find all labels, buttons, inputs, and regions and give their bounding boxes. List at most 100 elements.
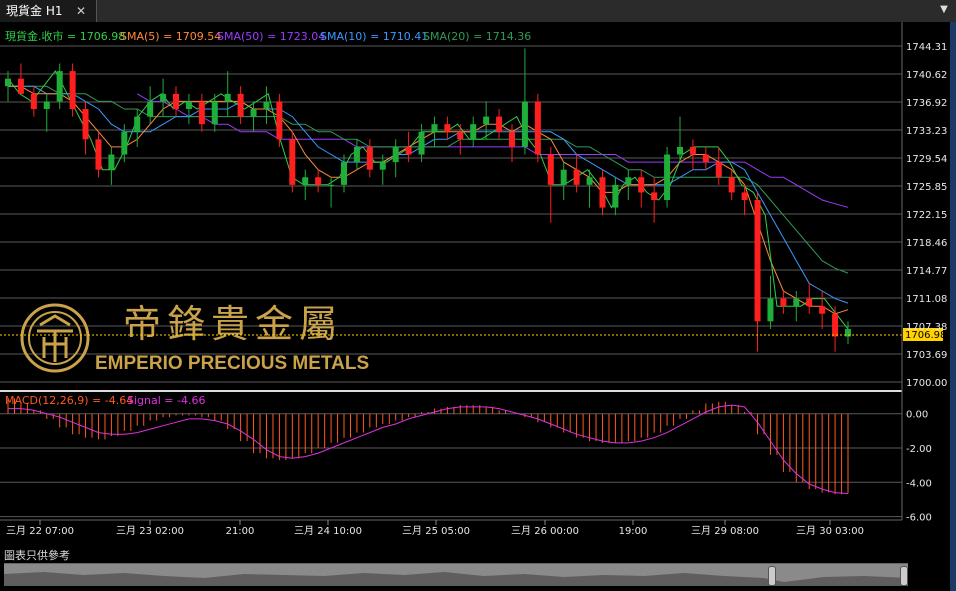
legend-signal: Signal = -4.66: [127, 394, 205, 407]
footer: 圖表只供參考: [0, 545, 956, 591]
candle-body: [276, 101, 283, 140]
price-tick-label: 1740.62: [906, 70, 947, 81]
candle-body: [224, 93, 231, 102]
time-tick-label: 三月 22 07:00: [6, 525, 74, 537]
disclaimer-text: 圖表只供參考: [4, 549, 70, 562]
candle-body: [366, 146, 373, 170]
candle-body: [767, 298, 774, 322]
candle-body: [741, 192, 748, 201]
time-tick-label: 19:00: [619, 526, 648, 537]
candle-body: [638, 177, 645, 193]
candle-body: [483, 116, 490, 125]
price-chart[interactable]: 帝鋒貴金屬 EMPERIO PRECIOUS METALS 1706.98 17…: [0, 22, 950, 545]
candle-body: [470, 124, 477, 140]
candle-body: [315, 177, 322, 185]
candle-body: [405, 146, 412, 155]
candle-body: [173, 93, 179, 110]
candle-body: [521, 101, 528, 147]
price-tick-label: 1722.15: [906, 210, 947, 221]
candle-body: [392, 146, 399, 163]
window-frame: [950, 22, 956, 591]
legend-sma20: SMA(20) = 1714.36: [423, 30, 531, 43]
candle-body: [625, 177, 632, 185]
candle-body: [728, 177, 735, 193]
candle-body: [715, 162, 722, 178]
candle-body: [832, 313, 839, 337]
price-tick-label: 1736.92: [906, 98, 947, 109]
candle-body: [5, 78, 11, 87]
candle-body: [457, 131, 464, 140]
close-icon[interactable]: ✕: [76, 0, 86, 22]
candle-body: [431, 124, 438, 132]
legend-sma10: SMA(10) = 1710.41: [320, 30, 428, 43]
watermark-chinese: 帝鋒貴金屬: [123, 302, 343, 346]
candle-body: [573, 169, 580, 185]
legend-sma50: SMA(50) = 1723.04: [217, 30, 325, 43]
candle-body: [30, 93, 37, 110]
candle-body: [599, 177, 606, 208]
macd-tick-label: 0.00: [906, 410, 928, 421]
chart-navigator-scrollbar[interactable]: [4, 563, 908, 586]
tab-menu-chevron-down-icon[interactable]: ▼: [938, 2, 950, 18]
macd-tick-label: -2.00: [906, 444, 932, 455]
tab-label: 現貨金 H1: [6, 4, 63, 18]
candle-body: [289, 139, 296, 185]
candle-body: [185, 101, 192, 110]
legend-sma5: SMA(5) = 1709.54: [120, 30, 221, 43]
candle-body: [547, 154, 554, 185]
candle-body: [379, 162, 386, 170]
candle-body: [108, 154, 115, 170]
price-tick-label: 1733.23: [906, 126, 947, 137]
candle-body: [302, 177, 309, 185]
time-tick-label: 三月 23 02:00: [116, 525, 184, 537]
candle-body: [95, 139, 102, 170]
candle-body: [754, 200, 761, 322]
candle-body: [534, 101, 541, 155]
candle-body: [353, 146, 360, 163]
macd-tick-label: -4.00: [906, 478, 932, 489]
macd-legend: MACD(12,26,9) = -4.64 Signal = -4.66: [5, 394, 205, 407]
candle-body: [664, 154, 671, 201]
macd-tick-label: -6.00: [906, 513, 932, 524]
candle-body: [677, 146, 683, 155]
time-tick-label: 三月 26 00:00: [511, 525, 579, 537]
candle-body: [69, 71, 76, 110]
candle-body: [780, 298, 787, 307]
price-tick-label: 1714.77: [906, 266, 947, 277]
candle-body: [612, 184, 619, 208]
candle-body: [702, 154, 709, 163]
legend-close: 現貨金.收市 = 1706.98: [5, 29, 125, 43]
time-tick-label: 21:00: [226, 526, 255, 537]
price-tick-label: 1744.31: [906, 42, 947, 53]
tab-bar: 現貨金 H1 ✕ ▼: [0, 0, 956, 23]
price-legend: 現貨金.收市 = 1706.98 SMA(5) = 1709.54 SMA(50…: [5, 29, 531, 43]
candle-body: [651, 192, 658, 201]
price-tick-label: 1707.38: [906, 322, 947, 333]
price-tick-label: 1700.00: [906, 378, 947, 389]
candle-body: [160, 93, 167, 102]
candle-body: [328, 184, 335, 186]
candle-body: [509, 131, 515, 147]
price-tick-label: 1703.69: [906, 350, 947, 361]
candle-body: [560, 169, 567, 185]
navigator-right-handle[interactable]: [900, 566, 908, 586]
candle-body: [43, 101, 50, 110]
time-tick-label: 三月 29 08:00: [691, 525, 759, 537]
candle-body: [341, 162, 347, 185]
price-tick-label: 1729.54: [906, 154, 947, 165]
navigator-left-handle[interactable]: [768, 566, 776, 586]
candle-body: [586, 177, 593, 185]
candle-body: [689, 146, 696, 155]
candle-body: [237, 93, 244, 117]
time-tick-label: 三月 30 03:00: [796, 525, 864, 537]
candle-body: [17, 78, 24, 94]
chart-tab[interactable]: 現貨金 H1 ✕: [0, 0, 97, 22]
candle-body: [418, 131, 425, 155]
candle-body: [56, 71, 63, 102]
candle-body: [147, 101, 154, 117]
candle-body: [121, 131, 128, 155]
chart-background: [0, 22, 950, 545]
candle-body: [444, 124, 451, 132]
time-tick-label: 三月 24 10:00: [294, 525, 362, 537]
candle-body: [806, 298, 813, 307]
